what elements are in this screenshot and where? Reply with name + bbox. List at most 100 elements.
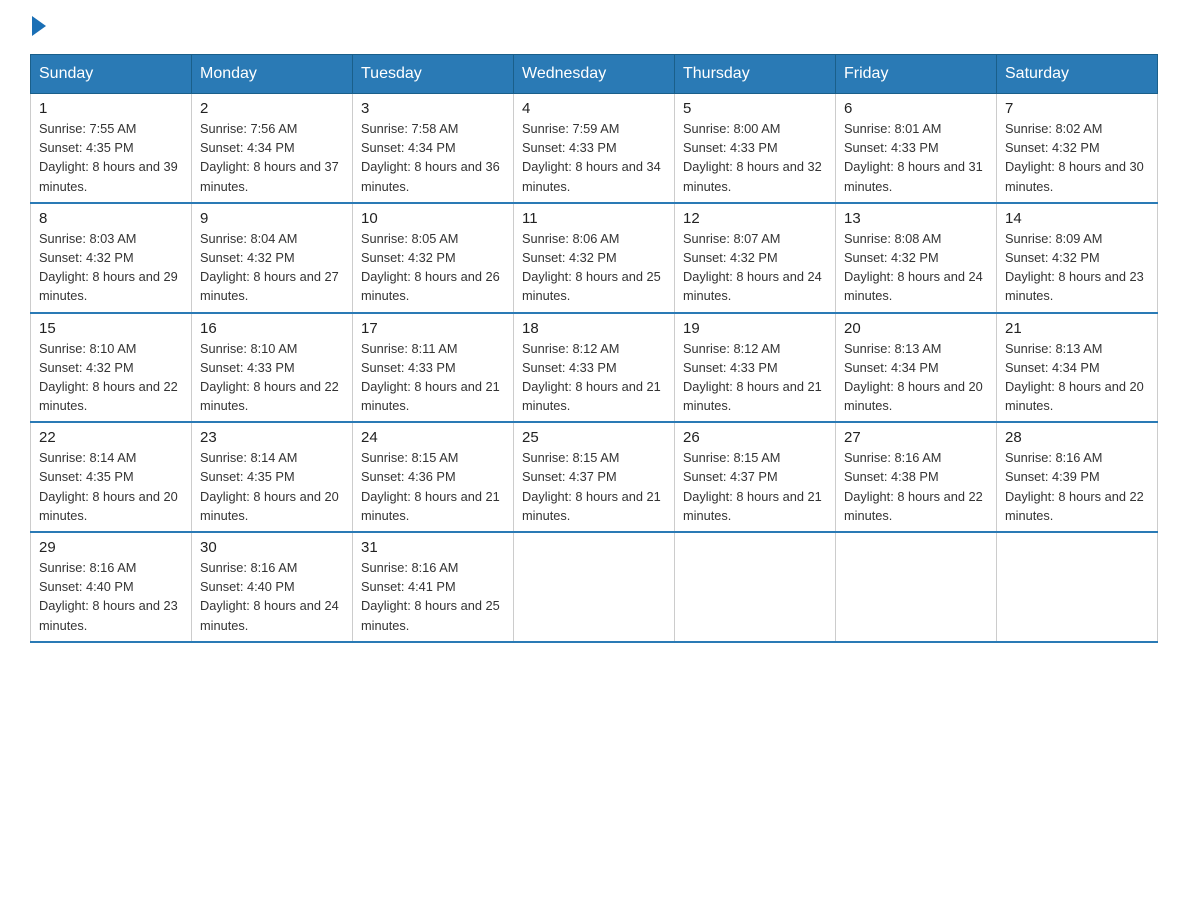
calendar-cell: 18Sunrise: 8:12 AMSunset: 4:33 PMDayligh… <box>514 313 675 423</box>
day-number: 25 <box>522 429 666 446</box>
day-info: Sunrise: 8:06 AMSunset: 4:32 PMDaylight:… <box>522 229 666 306</box>
day-info: Sunrise: 8:16 AMSunset: 4:39 PMDaylight:… <box>1005 448 1149 525</box>
logo-triangle-icon <box>32 16 46 36</box>
day-info: Sunrise: 8:07 AMSunset: 4:32 PMDaylight:… <box>683 229 827 306</box>
calendar-cell: 8 Sunrise: 8:03 AMSunset: 4:32 PMDaylight… <box>31 203 192 313</box>
day-info: Sunrise: 8:14 AMSunset: 4:35 PMDaylight:… <box>200 448 344 525</box>
calendar-cell <box>997 532 1158 642</box>
calendar-cell: 24 Sunrise: 8:15 AMSunset: 4:36 PMDayligh… <box>353 422 514 532</box>
day-number: 24 <box>361 429 505 446</box>
day-info: Sunrise: 8:11 AMSunset: 4:33 PMDaylight:… <box>361 339 505 416</box>
day-info: Sunrise: 8:13 AMSunset: 4:34 PMDaylight:… <box>1005 339 1149 416</box>
day-info: Sunrise: 8:00 AMSunset: 4:33 PMDaylight:… <box>683 119 827 196</box>
day-number: 17 <box>361 320 505 337</box>
day-info: Sunrise: 8:16 AMSunset: 4:40 PMDaylight:… <box>200 558 344 635</box>
calendar-cell <box>675 532 836 642</box>
day-number: 6 <box>844 100 988 117</box>
day-number: 4 <box>522 100 666 117</box>
day-info: Sunrise: 8:15 AMSunset: 4:36 PMDaylight:… <box>361 448 505 525</box>
day-number: 1 <box>39 100 183 117</box>
calendar-week-row: 22Sunrise: 8:14 AMSunset: 4:35 PMDayligh… <box>31 422 1158 532</box>
day-number: 26 <box>683 429 827 446</box>
day-number: 19 <box>683 320 827 337</box>
calendar-cell: 19 Sunrise: 8:12 AMSunset: 4:33 PMDayligh… <box>675 313 836 423</box>
day-info: Sunrise: 7:59 AMSunset: 4:33 PMDaylight:… <box>522 119 666 196</box>
day-number: 16 <box>200 320 344 337</box>
calendar-cell: 14Sunrise: 8:09 AMSunset: 4:32 PMDayligh… <box>997 203 1158 313</box>
calendar-header-friday: Friday <box>836 55 997 94</box>
day-number: 21 <box>1005 320 1149 337</box>
calendar-header-saturday: Saturday <box>997 55 1158 94</box>
day-number: 20 <box>844 320 988 337</box>
calendar-week-row: 8 Sunrise: 8:03 AMSunset: 4:32 PMDaylight… <box>31 203 1158 313</box>
day-number: 3 <box>361 100 505 117</box>
day-number: 8 <box>39 210 183 227</box>
day-info: Sunrise: 8:14 AMSunset: 4:35 PMDaylight:… <box>39 448 183 525</box>
calendar-week-row: 1 Sunrise: 7:55 AMSunset: 4:35 PMDaylight… <box>31 94 1158 203</box>
calendar-cell: 22Sunrise: 8:14 AMSunset: 4:35 PMDayligh… <box>31 422 192 532</box>
day-info: Sunrise: 8:15 AMSunset: 4:37 PMDaylight:… <box>522 448 666 525</box>
calendar-cell: 28 Sunrise: 8:16 AMSunset: 4:39 PMDayligh… <box>997 422 1158 532</box>
day-number: 11 <box>522 210 666 227</box>
calendar-cell: 2Sunrise: 7:56 AMSunset: 4:34 PMDaylight… <box>192 94 353 203</box>
day-number: 2 <box>200 100 344 117</box>
day-info: Sunrise: 8:04 AMSunset: 4:32 PMDaylight:… <box>200 229 344 306</box>
calendar-cell: 20 Sunrise: 8:13 AMSunset: 4:34 PMDayligh… <box>836 313 997 423</box>
calendar-header-row: SundayMondayTuesdayWednesdayThursdayFrid… <box>31 55 1158 94</box>
calendar-header-sunday: Sunday <box>31 55 192 94</box>
calendar-cell <box>836 532 997 642</box>
calendar-cell: 27 Sunrise: 8:16 AMSunset: 4:38 PMDayligh… <box>836 422 997 532</box>
calendar-cell <box>514 532 675 642</box>
day-number: 18 <box>522 320 666 337</box>
calendar-header-monday: Monday <box>192 55 353 94</box>
calendar-cell: 26 Sunrise: 8:15 AMSunset: 4:37 PMDayligh… <box>675 422 836 532</box>
day-info: Sunrise: 7:55 AMSunset: 4:35 PMDaylight:… <box>39 119 183 196</box>
day-info: Sunrise: 8:01 AMSunset: 4:33 PMDaylight:… <box>844 119 988 196</box>
calendar-cell: 21 Sunrise: 8:13 AMSunset: 4:34 PMDayligh… <box>997 313 1158 423</box>
page-header <box>30 20 1158 36</box>
calendar-cell: 4 Sunrise: 7:59 AMSunset: 4:33 PMDaylight… <box>514 94 675 203</box>
day-info: Sunrise: 8:16 AMSunset: 4:41 PMDaylight:… <box>361 558 505 635</box>
calendar-cell: 7Sunrise: 8:02 AMSunset: 4:32 PMDaylight… <box>997 94 1158 203</box>
day-info: Sunrise: 8:16 AMSunset: 4:38 PMDaylight:… <box>844 448 988 525</box>
day-number: 15 <box>39 320 183 337</box>
day-info: Sunrise: 8:15 AMSunset: 4:37 PMDaylight:… <box>683 448 827 525</box>
day-number: 23 <box>200 429 344 446</box>
day-number: 29 <box>39 539 183 556</box>
day-info: Sunrise: 8:10 AMSunset: 4:32 PMDaylight:… <box>39 339 183 416</box>
day-info: Sunrise: 8:02 AMSunset: 4:32 PMDaylight:… <box>1005 119 1149 196</box>
day-number: 12 <box>683 210 827 227</box>
calendar-cell: 11 Sunrise: 8:06 AMSunset: 4:32 PMDayligh… <box>514 203 675 313</box>
calendar-cell: 30 Sunrise: 8:16 AMSunset: 4:40 PMDayligh… <box>192 532 353 642</box>
calendar-table: SundayMondayTuesdayWednesdayThursdayFrid… <box>30 54 1158 643</box>
calendar-cell: 29 Sunrise: 8:16 AMSunset: 4:40 PMDayligh… <box>31 532 192 642</box>
calendar-cell: 1 Sunrise: 7:55 AMSunset: 4:35 PMDaylight… <box>31 94 192 203</box>
day-info: Sunrise: 8:10 AMSunset: 4:33 PMDaylight:… <box>200 339 344 416</box>
calendar-week-row: 29 Sunrise: 8:16 AMSunset: 4:40 PMDayligh… <box>31 532 1158 642</box>
day-number: 31 <box>361 539 505 556</box>
day-number: 27 <box>844 429 988 446</box>
day-info: Sunrise: 8:12 AMSunset: 4:33 PMDaylight:… <box>683 339 827 416</box>
calendar-cell: 3Sunrise: 7:58 AMSunset: 4:34 PMDaylight… <box>353 94 514 203</box>
day-number: 13 <box>844 210 988 227</box>
day-info: Sunrise: 8:03 AMSunset: 4:32 PMDaylight:… <box>39 229 183 306</box>
calendar-cell: 23 Sunrise: 8:14 AMSunset: 4:35 PMDayligh… <box>192 422 353 532</box>
calendar-cell: 9Sunrise: 8:04 AMSunset: 4:32 PMDaylight… <box>192 203 353 313</box>
day-info: Sunrise: 8:05 AMSunset: 4:32 PMDaylight:… <box>361 229 505 306</box>
day-info: Sunrise: 8:13 AMSunset: 4:34 PMDaylight:… <box>844 339 988 416</box>
day-number: 28 <box>1005 429 1149 446</box>
calendar-cell: 17 Sunrise: 8:11 AMSunset: 4:33 PMDayligh… <box>353 313 514 423</box>
calendar-week-row: 15 Sunrise: 8:10 AMSunset: 4:32 PMDayligh… <box>31 313 1158 423</box>
calendar-cell: 10Sunrise: 8:05 AMSunset: 4:32 PMDayligh… <box>353 203 514 313</box>
day-info: Sunrise: 8:08 AMSunset: 4:32 PMDaylight:… <box>844 229 988 306</box>
calendar-cell: 5Sunrise: 8:00 AMSunset: 4:33 PMDaylight… <box>675 94 836 203</box>
day-info: Sunrise: 8:16 AMSunset: 4:40 PMDaylight:… <box>39 558 183 635</box>
calendar-header-tuesday: Tuesday <box>353 55 514 94</box>
day-number: 30 <box>200 539 344 556</box>
calendar-cell: 6 Sunrise: 8:01 AMSunset: 4:33 PMDaylight… <box>836 94 997 203</box>
calendar-cell: 13 Sunrise: 8:08 AMSunset: 4:32 PMDayligh… <box>836 203 997 313</box>
calendar-cell: 25 Sunrise: 8:15 AMSunset: 4:37 PMDayligh… <box>514 422 675 532</box>
day-number: 14 <box>1005 210 1149 227</box>
calendar-cell: 31 Sunrise: 8:16 AMSunset: 4:41 PMDayligh… <box>353 532 514 642</box>
calendar-cell: 15 Sunrise: 8:10 AMSunset: 4:32 PMDayligh… <box>31 313 192 423</box>
